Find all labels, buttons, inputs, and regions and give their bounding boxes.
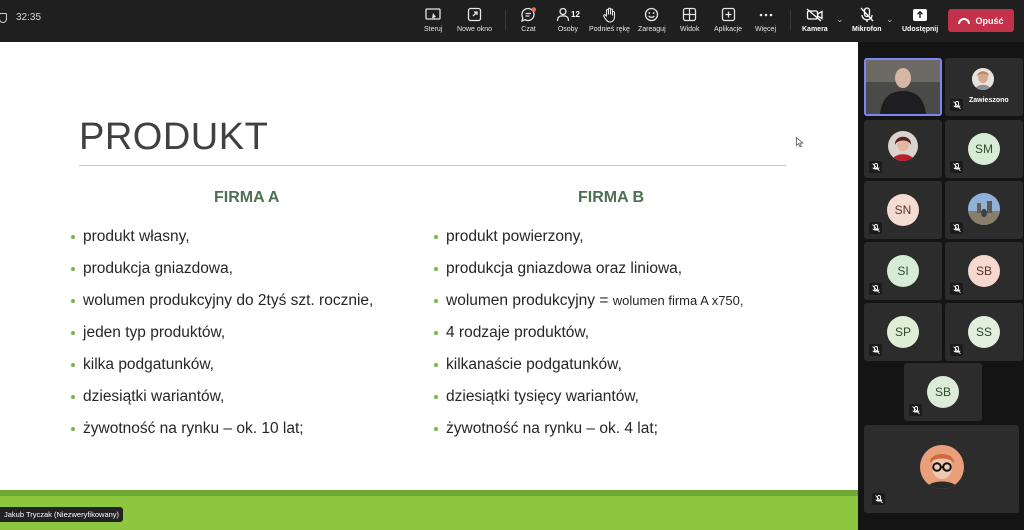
hang-up-icon — [958, 17, 971, 24]
participant-tile[interactable] — [945, 181, 1023, 239]
camera-off-icon — [806, 6, 824, 23]
slide-footer-bar — [0, 490, 858, 530]
react-button[interactable]: Zareaguj — [638, 6, 666, 38]
chat-icon — [520, 6, 537, 23]
camera-button[interactable]: Kamera — [802, 6, 828, 38]
list-item: wolumen produkcyjny do 2tyś szt. rocznie… — [71, 290, 373, 322]
title-divider — [79, 165, 786, 166]
apps-button[interactable]: Aplikacje — [714, 6, 742, 38]
volume-suffix: wolumen firma A x750, — [612, 293, 744, 308]
list-item: żywotność na rynku – ok. 4 lat; — [434, 418, 744, 450]
people-button[interactable]: 12 Osoby — [556, 6, 580, 38]
shield-icon — [0, 12, 7, 23]
muted-icon — [872, 493, 885, 505]
toolbar-separator — [505, 10, 506, 30]
participant-tile[interactable]: SB — [945, 242, 1023, 300]
list-item: produkcja gniazdowa oraz liniowa, — [434, 258, 744, 290]
muted-icon — [869, 222, 882, 234]
avatar: SB — [927, 376, 959, 408]
list-item: produkt własny, — [71, 226, 373, 258]
muted-icon — [869, 283, 882, 295]
list-item: produkt powierzony, — [434, 226, 744, 258]
firma-a-heading: FIRMA A — [214, 189, 280, 206]
list-item: kilka podgatunków, — [71, 354, 373, 386]
paused-label: Zawieszono — [969, 97, 1009, 104]
participant-tile[interactable]: SP — [864, 303, 942, 361]
view-button[interactable]: Widok — [680, 6, 699, 38]
list-item: żywotność na rynku – ok. 10 lat; — [71, 418, 373, 450]
muted-icon — [950, 344, 963, 356]
list-item: jeden typ produktów, — [71, 322, 373, 354]
control-icon — [425, 6, 441, 23]
participant-photo — [968, 193, 1000, 225]
firma-b-list: produkt powierzony, produkcja gniazdowa … — [434, 226, 744, 450]
participant-video-feed — [866, 60, 940, 114]
participant-tile[interactable] — [864, 120, 942, 178]
teams-meeting-window: 32:35 Steruj Nowe okno Czat 12 Osoby Pod… — [0, 0, 1024, 530]
pop-out-icon — [467, 6, 482, 23]
chat-button[interactable]: Czat — [520, 6, 537, 38]
avatar: SN — [887, 194, 919, 226]
avatar: SP — [887, 316, 919, 348]
smiley-icon — [644, 6, 659, 23]
list-item: produkcja gniazdowa, — [71, 258, 373, 290]
firma-b-heading: FIRMA B — [578, 189, 645, 206]
participant-tile-paused[interactable]: Zawieszono — [945, 58, 1023, 116]
toolbar-separator — [790, 10, 791, 30]
avatar: SB — [968, 255, 1000, 287]
participant-photo — [920, 445, 964, 489]
list-item: dziesiątki wariantów, — [71, 386, 373, 418]
people-icon: 12 — [556, 6, 580, 23]
share-button[interactable]: Udostępnij — [902, 6, 938, 38]
more-dots-icon — [759, 6, 773, 23]
muted-icon — [950, 222, 963, 234]
timer-text: 32:35 — [16, 12, 42, 23]
new-window-button[interactable]: Nowe okno — [457, 6, 492, 38]
participant-tile-large[interactable] — [864, 425, 1019, 513]
meeting-timer: 32:35 — [0, 12, 41, 23]
muted-icon — [950, 161, 963, 173]
raise-hand-button[interactable]: Podnieś rękę — [589, 6, 630, 38]
meeting-toolbar: 32:35 Steruj Nowe okno Czat 12 Osoby Pod… — [0, 0, 1024, 42]
microphone-button[interactable]: Mikrofon — [852, 6, 882, 38]
list-item: 4 rodzaje produktów, — [434, 322, 744, 354]
muted-icon — [909, 404, 922, 416]
hand-icon — [602, 6, 617, 23]
muted-icon — [869, 161, 882, 173]
avatar: SI — [887, 255, 919, 287]
muted-icon — [950, 99, 963, 111]
control-button[interactable]: Steruj — [424, 6, 442, 38]
muted-icon — [950, 283, 963, 295]
mic-off-icon — [860, 6, 874, 23]
participant-tile[interactable]: SB — [904, 363, 982, 421]
firma-a-list: produkt własny, produkcja gniazdowa, wol… — [71, 226, 373, 450]
participant-photo — [972, 68, 994, 90]
avatar: SM — [968, 133, 1000, 165]
participant-tile-video[interactable] — [864, 58, 942, 116]
avatar: SS — [968, 316, 1000, 348]
participant-tile[interactable]: SS — [945, 303, 1023, 361]
participant-tile[interactable]: SN — [864, 181, 942, 239]
people-count: 12 — [571, 10, 580, 19]
leave-meeting-button[interactable]: Opuść — [948, 9, 1014, 32]
participants-gallery: Zawieszono SM SN SI SB SP SS SB — [858, 42, 1024, 530]
grid-icon — [682, 6, 697, 23]
participant-tile[interactable]: SM — [945, 120, 1023, 178]
camera-options-chevron-icon[interactable]: ⌄ — [836, 14, 844, 25]
share-tray-icon — [912, 6, 928, 23]
list-item: dziesiątki tysięcy wariantów, — [434, 386, 744, 418]
muted-icon — [869, 344, 882, 356]
mouse-cursor-icon — [796, 137, 804, 148]
volume-text: wolumen produkcyjny = — [446, 292, 613, 309]
slide-title: PRODUKT — [79, 116, 269, 158]
list-item: wolumen produkcyjny = wolumen firma A x7… — [434, 290, 744, 322]
list-item: kilkanaście podgatunków, — [434, 354, 744, 386]
presenter-name-label: Jakub Tryczak (Niezweryfikowany) — [0, 507, 124, 522]
add-app-icon — [721, 6, 736, 23]
more-button[interactable]: Więcej — [755, 6, 776, 38]
participant-tile[interactable]: SI — [864, 242, 942, 300]
participant-photo — [888, 131, 918, 161]
microphone-options-chevron-icon[interactable]: ⌄ — [886, 14, 894, 25]
shared-screen: PRODUKT FIRMA A FIRMA B produkt własny, … — [0, 42, 858, 530]
